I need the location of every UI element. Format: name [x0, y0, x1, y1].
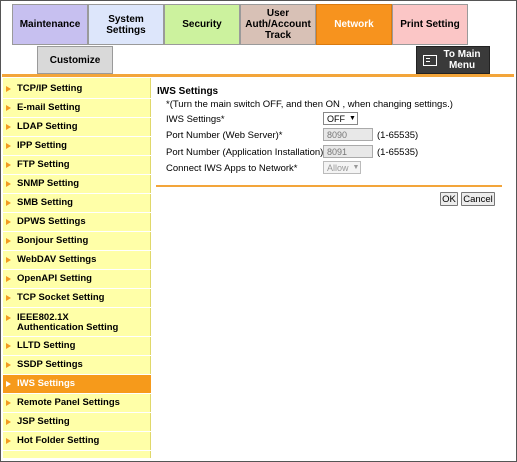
arrow-right-icon [6, 257, 11, 263]
cancel-button[interactable]: Cancel [461, 192, 495, 206]
arrow-right-icon [6, 200, 11, 206]
sidebar-item-tcp-ip[interactable]: TCP/IP Setting [3, 80, 151, 99]
sidebar-item-jsp[interactable]: JSP Setting [3, 413, 151, 432]
arrow-right-icon [6, 86, 11, 92]
tab-security[interactable]: Security [164, 4, 240, 45]
sidebar-item-ieee8021x[interactable]: IEEE802.1X Authentication Setting [3, 308, 151, 337]
arrow-right-icon [6, 419, 11, 425]
sidebar-item-remote-panel[interactable]: Remote Panel Settings [3, 394, 151, 413]
to-main-menu-label: To Main Menu [443, 49, 481, 71]
sidebar-item-lltd[interactable]: LLTD Setting [3, 337, 151, 356]
sidebar-item-openapi[interactable]: OpenAPI Setting [3, 270, 151, 289]
arrow-right-icon [6, 343, 11, 349]
port-app-install-label: Port Number (Application Installation)* [166, 147, 328, 158]
iws-settings-label: IWS Settings* [166, 114, 225, 125]
tab-user-auth-account-track[interactable]: User Auth/Account Track [240, 4, 316, 45]
to-main-menu-button[interactable]: To Main Menu [416, 46, 490, 74]
page-title: IWS Settings [157, 86, 219, 97]
menu-icon [423, 54, 437, 66]
sidebar-item-webdav[interactable]: WebDAV Settings [3, 251, 151, 270]
port-web-server-input[interactable]: 8090 [323, 128, 373, 141]
arrow-right-icon [6, 105, 11, 111]
restart-note: *(Turn the main switch OFF, and then ON … [166, 99, 453, 110]
arrow-right-icon [6, 438, 11, 444]
arrow-right-icon [6, 315, 11, 321]
chevron-down-icon: ▼ [349, 115, 356, 122]
sidebar-item-ldap[interactable]: LDAP Setting [3, 118, 151, 137]
sidebar-item-bonjour[interactable]: Bonjour Setting [3, 232, 151, 251]
arrow-right-icon [6, 143, 11, 149]
tab-customize[interactable]: Customize [37, 46, 113, 74]
sidebar-item-ftp[interactable]: FTP Setting [3, 156, 151, 175]
arrow-right-icon [6, 238, 11, 244]
chevron-down-icon: ▼ [352, 164, 360, 171]
sidebar-item-tcp-socket[interactable]: TCP Socket Setting [3, 289, 151, 308]
tab-network[interactable]: Network [316, 4, 392, 45]
port-app-install-range: (1-65535) [377, 147, 419, 158]
arrow-right-icon [6, 400, 11, 406]
tab-maintenance[interactable]: Maintenance [12, 4, 88, 45]
arrow-right-icon [6, 276, 11, 282]
port-web-server-label: Port Number (Web Server)* [166, 130, 283, 141]
sidebar: TCP/IP Setting E-mail Setting LDAP Setti… [3, 78, 151, 458]
connect-iws-apps-select[interactable]: Allow ▼ [323, 161, 361, 174]
ok-button[interactable]: OK [440, 192, 458, 206]
arrow-right-icon [6, 219, 11, 225]
content-divider [156, 185, 502, 187]
sidebar-item-hot-folder[interactable]: Hot Folder Setting [3, 432, 151, 451]
arrow-right-icon [6, 162, 11, 168]
arrow-right-icon [6, 295, 11, 301]
connect-iws-apps-label: Connect IWS Apps to Network* [166, 163, 298, 174]
arrow-right-icon [6, 362, 11, 368]
tab-print-setting[interactable]: Print Setting [392, 4, 468, 45]
sidebar-item-smb[interactable]: SMB Setting [3, 194, 151, 213]
arrow-right-icon [6, 381, 11, 387]
sidebar-item-ipp[interactable]: IPP Setting [3, 137, 151, 156]
sidebar-item-snmp[interactable]: SNMP Setting [3, 175, 151, 194]
iws-settings-select[interactable]: OFF ▼ [323, 112, 358, 125]
sidebar-item-iws[interactable]: IWS Settings [3, 375, 151, 394]
tab-system-settings[interactable]: System Settings [88, 4, 164, 45]
port-app-install-input[interactable]: 8091 [323, 145, 373, 158]
sidebar-item-dpws[interactable]: DPWS Settings [3, 213, 151, 232]
arrow-right-icon [6, 181, 11, 187]
sidebar-item-ssdp[interactable]: SSDP Settings [3, 356, 151, 375]
header-divider [2, 74, 514, 77]
port-web-server-range: (1-65535) [377, 130, 419, 141]
arrow-right-icon [6, 124, 11, 130]
sidebar-item-email[interactable]: E-mail Setting [3, 99, 151, 118]
